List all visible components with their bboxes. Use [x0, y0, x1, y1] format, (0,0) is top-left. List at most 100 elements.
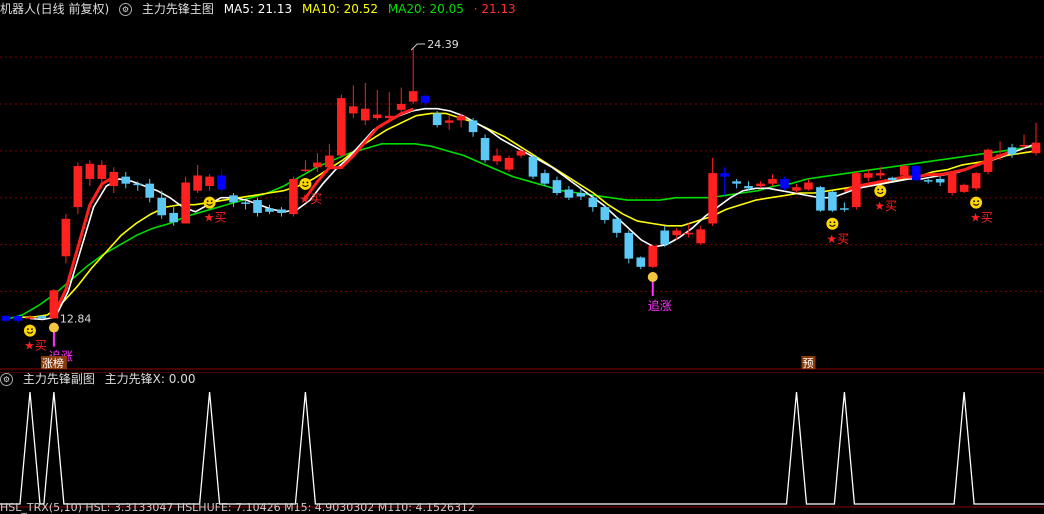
- candle-body: [193, 175, 202, 191]
- smiley-icon: [874, 184, 887, 197]
- candle-body: [576, 193, 586, 197]
- candle-body: [468, 120, 478, 133]
- candle-body: [911, 166, 921, 181]
- candle-body: [875, 173, 885, 176]
- candle-body: [277, 209, 286, 213]
- candle-body: [1019, 145, 1029, 147]
- candle-body: [624, 232, 634, 259]
- smiley-eye: [210, 200, 213, 203]
- buy-signal: ★买: [970, 211, 993, 225]
- smiley-eye: [306, 181, 309, 184]
- candle-body: [372, 114, 382, 119]
- candle-body: [971, 173, 981, 189]
- candle-body: [696, 229, 705, 244]
- stock-title[interactable]: 机器人(日线 前复权): [0, 2, 109, 16]
- candle-body: [480, 137, 490, 161]
- smiley-icon: [826, 217, 839, 230]
- candle-body: [229, 195, 238, 203]
- candle-body: [492, 155, 502, 162]
- ma10-value: MA10: 20.52: [301, 2, 378, 16]
- preview-label: 预: [802, 357, 813, 370]
- smiley-icon: [23, 324, 36, 337]
- candle-body: [564, 189, 574, 198]
- smiley-eye: [31, 328, 33, 331]
- candle-body: [121, 176, 131, 184]
- candle-body: [935, 178, 945, 183]
- candle-body: [408, 91, 418, 102]
- candle-body: [169, 212, 178, 223]
- buy-signal: ★买: [826, 232, 849, 246]
- candle-body: [360, 108, 370, 121]
- candle-body: [995, 154, 1005, 156]
- moneybag-icon: [647, 272, 658, 282]
- bottom-indicator-header: HSL_TRX(5,10) HSL: 3.3133047 HSLHUFE: 7.…: [0, 502, 1044, 514]
- candle-body: [852, 173, 861, 208]
- candle-body: [73, 166, 83, 208]
- candle-body: [205, 176, 214, 186]
- candle-body: [313, 162, 322, 168]
- candle-body: [37, 316, 47, 319]
- smiley-eye: [881, 188, 884, 191]
- ma5-line: [29, 107, 1037, 321]
- candle-body: [648, 245, 658, 267]
- sub-indicator-chart[interactable]: [0, 372, 1044, 508]
- candle-body: [337, 98, 346, 156]
- smiley-icon: [299, 177, 312, 190]
- candle-body: [325, 155, 334, 168]
- candle-body: [828, 191, 837, 211]
- candle-body: [516, 150, 526, 156]
- candle-body: [265, 208, 274, 212]
- candle-body: [49, 290, 59, 319]
- candle-body: [25, 317, 35, 319]
- ma20-value: MA20: 20.05: [387, 2, 464, 16]
- candle-body: [145, 183, 155, 198]
- candle-body: [157, 197, 167, 216]
- candle-body: [456, 115, 466, 121]
- candle-body: [947, 173, 957, 194]
- limit-up-label: 涨榜: [42, 356, 64, 370]
- main-chart-header: 机器人(日线 前复权) ⚙ 主力先锋主图 MA5: 21.13 MA10: 20…: [0, 0, 1044, 18]
- signal-spike-line: [0, 391, 1044, 505]
- smiley-eye: [877, 188, 880, 191]
- candle-body: [887, 177, 897, 181]
- candle-body: [552, 180, 562, 194]
- candle-body: [923, 180, 933, 182]
- smiley-eye: [977, 200, 980, 203]
- candle-body: [612, 218, 622, 233]
- candle-body: [241, 202, 250, 204]
- low-price-label: 12.84: [60, 313, 92, 326]
- candlestick-chart[interactable]: 24.3912.84★买★买★买★买★买★买追涨追涨涨榜预: [0, 18, 1044, 370]
- smiley-eye: [206, 200, 209, 203]
- candle-body: [61, 218, 71, 257]
- candle-body: [97, 164, 107, 179]
- candle-body: [301, 169, 310, 172]
- candle-body: [756, 183, 765, 186]
- buy-signal: ★买: [299, 192, 322, 206]
- candle-body: [684, 232, 693, 235]
- candle-body: [1031, 142, 1041, 154]
- smiley-icon: [203, 196, 216, 209]
- candle-body: [396, 104, 406, 110]
- candle-body: [181, 182, 190, 224]
- moneybag-icon: [48, 322, 59, 333]
- buy-signal: ★买: [24, 339, 47, 353]
- smiley-eye: [833, 221, 836, 224]
- settings-icon[interactable]: ⚙: [119, 3, 133, 16]
- candle-body: [600, 207, 610, 220]
- buy-signal: ★买: [204, 211, 227, 225]
- candle-body: [289, 178, 298, 215]
- indicator-name[interactable]: 主力先锋主图: [142, 2, 214, 16]
- ma5-value: MA5: 21.13: [223, 2, 293, 16]
- candle-body: [708, 173, 717, 224]
- candle-body: [768, 178, 777, 184]
- chase-signal: 追涨: [648, 298, 672, 313]
- candle-body: [720, 173, 729, 177]
- candle-body: [384, 115, 394, 119]
- smiley-eye: [829, 221, 832, 224]
- candle-body: [636, 257, 646, 267]
- candle-body: [133, 183, 143, 186]
- candle-body: [732, 181, 741, 184]
- buy-signal: ★买: [874, 199, 897, 213]
- candle-body: [109, 171, 119, 186]
- bottom-indicator-text: HSL_TRX(5,10) HSL: 3.3133047 HSLHUFE: 7.…: [0, 502, 475, 514]
